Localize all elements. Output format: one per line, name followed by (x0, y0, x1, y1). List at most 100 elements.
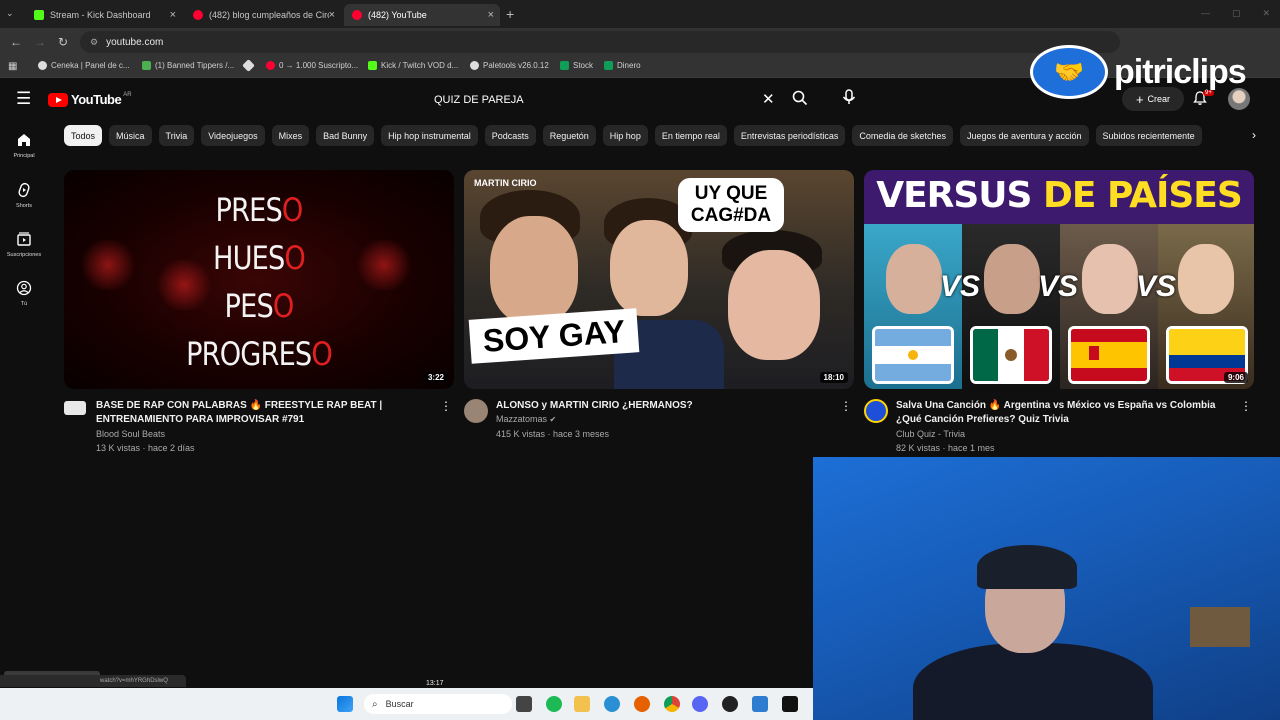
chip-trivia[interactable]: Trivia (158, 125, 195, 146)
tab-title: (482) YouTube (368, 10, 427, 20)
taskbar-search-input[interactable]: ⌕ Buscar (364, 694, 512, 714)
search-icon: ⌕ (372, 698, 378, 710)
chip-comedia-sketches[interactable]: Comedia de sketches (852, 125, 953, 146)
thumbnail-vs-label: VS (1136, 270, 1177, 303)
close-window-icon[interactable]: ✕ (1262, 8, 1270, 19)
more-options-icon[interactable]: ⋮ (1240, 399, 1252, 413)
close-tab-icon[interactable]: × (329, 9, 335, 21)
bookmark-favicon-icon (368, 61, 377, 70)
chip-juegos-aventura[interactable]: Juegos de aventura y acción (959, 125, 1089, 146)
site-info-icon[interactable]: ⚙ (90, 37, 98, 48)
channel-avatar[interactable] (864, 399, 888, 423)
video-duration: 3:22 (423, 372, 448, 383)
forward-arrow-icon[interactable]: → (34, 35, 46, 49)
bookmark-item[interactable]: Paletools v26.0.12 (470, 61, 549, 70)
browser-tab-youtube[interactable]: (482) YouTube × (344, 4, 500, 26)
home-icon (16, 132, 32, 150)
chip-regueton[interactable]: Reguetón (542, 125, 596, 146)
app-icon[interactable] (752, 696, 768, 712)
apps-grid-icon[interactable]: ▦ (8, 61, 17, 72)
video-title[interactable]: Salva Una Canción 🔥 Argentina vs México … (896, 399, 1226, 427)
sidebar-item-suscripciones[interactable]: Suscripciones (0, 231, 48, 258)
chip-hip-hop[interactable]: Hip hop (602, 125, 648, 146)
hamburger-menu-icon[interactable]: ☰ (16, 89, 31, 109)
bookmark-item[interactable]: (1) Banned Tippers /... (142, 61, 234, 70)
video-card[interactable]: PRESO HUESO PESO PROGRESO 3:22 BASE DE R… (64, 170, 454, 459)
streamer-cap (977, 545, 1077, 589)
video-card[interactable]: MARTIN CIRIO UY QUE CAG#DA SOY GAY 18:10… (464, 170, 854, 459)
video-thumbnail[interactable]: MARTIN CIRIO UY QUE CAG#DA SOY GAY 18:10 (464, 170, 854, 389)
bookmark-item[interactable]: Kick / Twitch VOD d... (368, 61, 458, 70)
channel-name[interactable]: Club Quiz - Trivia (896, 429, 965, 439)
create-button[interactable]: + Crear (1122, 87, 1184, 111)
chip-entrevistas[interactable]: Entrevistas periodísticas (733, 125, 846, 146)
close-tab-icon[interactable]: × (170, 9, 176, 21)
sidebar-item-shorts[interactable]: Shorts (0, 182, 48, 209)
thumbnail-figure (1178, 244, 1234, 314)
minimize-icon[interactable]: — (1201, 8, 1210, 19)
more-options-icon[interactable]: ⋮ (840, 399, 852, 413)
chip-videojuegos[interactable]: Videojuegos (201, 125, 265, 146)
sidebar-item-label: Shorts (16, 203, 32, 209)
youtube-logo[interactable]: YouTube AR (48, 92, 132, 107)
channel-avatar[interactable] (64, 401, 86, 415)
bookmark-item[interactable]: Ceneka | Panel de c... (38, 61, 130, 70)
chip-musica[interactable]: Música (109, 125, 152, 146)
plus-icon: + (1135, 91, 1144, 107)
channel-avatar[interactable] (464, 399, 488, 423)
search-input[interactable]: QUIZ DE PAREJA (426, 87, 784, 113)
bookmark-item[interactable]: Stock (560, 61, 593, 70)
back-arrow-icon[interactable]: ← (10, 35, 22, 49)
browser-tab-kick[interactable]: Stream - Kick Dashboard × (26, 4, 182, 26)
tiktok-icon[interactable] (782, 696, 798, 712)
discord-icon[interactable] (692, 696, 708, 712)
bookmark-item[interactable] (242, 59, 257, 72)
video-thumbnail[interactable]: VERSUS DE PAÍSES VS VS VS 9:06 (864, 170, 1254, 389)
channel-name[interactable]: Mazzatomas ✔ (496, 414, 556, 424)
chip-bad-bunny[interactable]: Bad Bunny (316, 125, 375, 146)
spotify-icon[interactable] (546, 696, 562, 712)
chip-mixes[interactable]: Mixes (271, 125, 310, 146)
obs-icon[interactable] (722, 696, 738, 712)
more-options-icon[interactable]: ⋮ (440, 399, 452, 413)
microphone-icon[interactable] (838, 86, 860, 108)
avatar[interactable] (1228, 88, 1250, 110)
video-title[interactable]: ALONSO y MARTIN CIRIO ¿HERMANOS? (496, 399, 826, 413)
video-thumbnail[interactable]: PRESO HUESO PESO PROGRESO 3:22 (64, 170, 454, 389)
chip-podcasts[interactable]: Podcasts (484, 125, 536, 146)
bookmark-item[interactable]: 0 → 1.000 Suscripto... (266, 61, 358, 70)
firefox-icon[interactable] (634, 696, 650, 712)
bookmark-label: Dinero (617, 61, 641, 70)
channel-name[interactable]: Blood Soul Beats (96, 429, 165, 439)
bookmark-label: Kick / Twitch VOD d... (381, 61, 459, 70)
subscriptions-icon (16, 231, 32, 249)
chip-subidos-recientemente[interactable]: Subidos recientemente (1095, 125, 1202, 146)
maximize-icon[interactable]: ▢ (1232, 8, 1241, 19)
tab-list-chevron-icon[interactable]: ⌄ (6, 8, 14, 19)
browser-tab-blog[interactable]: (482) blog cumpleaños de Ciro × (185, 4, 341, 26)
chip-hip-hop-instrumental[interactable]: Hip hop instrumental (381, 125, 478, 146)
chrome-icon[interactable] (664, 696, 680, 712)
windows-start-icon[interactable] (337, 696, 353, 712)
address-bar[interactable]: ⚙ youtube.com (80, 31, 1120, 53)
window-controls: — ▢ ✕ (1201, 8, 1270, 19)
chip-en-tiempo-real[interactable]: En tiempo real (654, 125, 727, 146)
clear-search-icon[interactable]: ✕ (762, 90, 775, 108)
file-explorer-icon[interactable] (574, 696, 590, 712)
close-tab-icon[interactable]: × (488, 9, 494, 21)
search-icon[interactable] (792, 90, 808, 109)
chevron-right-icon[interactable]: › (1252, 128, 1256, 142)
video-card[interactable]: VERSUS DE PAÍSES VS VS VS 9:06 Salva Una… (864, 170, 1254, 459)
task-view-icon[interactable] (516, 696, 532, 712)
bookmark-favicon-icon (266, 61, 275, 70)
bookmark-item[interactable]: Dinero (604, 61, 641, 70)
bookmark-label: (1) Banned Tippers /... (155, 61, 235, 70)
sidebar-item-tu[interactable]: Tú (0, 280, 48, 307)
chip-todos[interactable]: Todos (64, 125, 103, 146)
edge-icon[interactable] (604, 696, 620, 712)
new-tab-icon[interactable]: + (506, 6, 514, 22)
video-title[interactable]: BASE DE RAP CON PALABRAS 🔥 FREESTYLE RAP… (96, 399, 426, 427)
sidebar-item-principal[interactable]: Principal (0, 132, 48, 159)
thumbnail-word-accent: O (311, 335, 332, 373)
reload-icon[interactable]: ↻ (58, 35, 68, 49)
